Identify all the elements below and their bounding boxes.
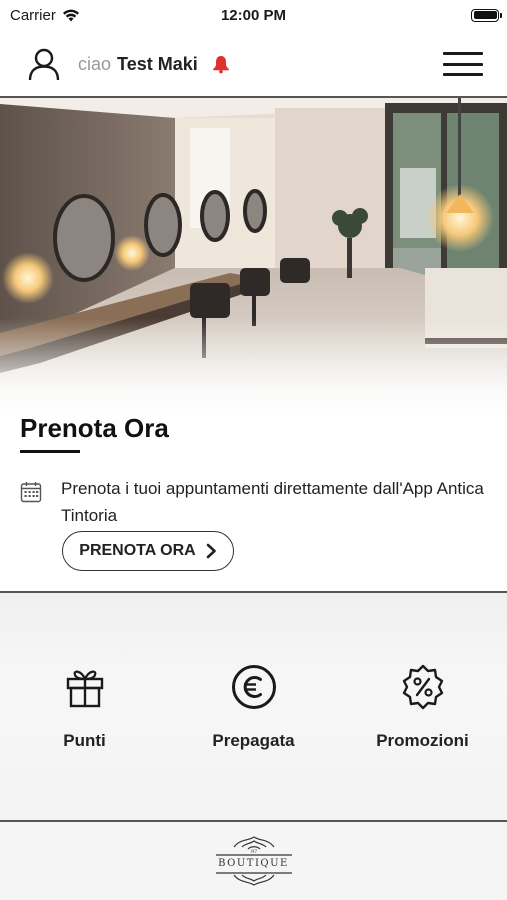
action-promotions-label: Promozioni — [376, 731, 469, 750]
discount-badge-icon — [399, 663, 447, 711]
logo-text: BOUTIQUE — [218, 858, 289, 869]
calendar-icon — [20, 482, 42, 503]
booking-title: Prenota Ora — [20, 413, 169, 443]
greeting-prefix: ciao — [78, 53, 112, 74]
booking-description: Prenota i tuoi appuntamenti direttamente… — [61, 479, 484, 525]
title-underline — [20, 450, 80, 453]
logo-number: 97 — [250, 849, 256, 855]
book-now-label: PRENOTA ORA — [79, 542, 196, 559]
action-promotions[interactable]: Promozioni — [338, 593, 507, 821]
battery-icon — [471, 8, 502, 22]
status-left: Carrier — [10, 7, 80, 24]
bell-icon[interactable] — [210, 53, 232, 75]
user-name: Test Maki — [117, 53, 198, 74]
greeting: ciao Test Maki — [78, 54, 198, 75]
quick-actions: Punti Prepagata Promozioni — [0, 593, 507, 821]
booking-section: Prenota Ora Prenota i tuoi appuntamenti … — [0, 405, 507, 593]
action-points[interactable]: Punti — [0, 593, 169, 821]
app-header: ciao Test Maki — [0, 34, 507, 94]
action-prepaid[interactable]: Prepagata — [169, 593, 338, 821]
hamburger-menu-icon[interactable] — [443, 49, 483, 79]
hero-fade — [0, 318, 507, 418]
boutique-logo: 97 BOUTIQUE — [204, 831, 304, 891]
action-prepaid-label: Prepagata — [212, 731, 295, 750]
carrier-label: Carrier — [10, 6, 56, 24]
footer: 97 BOUTIQUE — [0, 822, 507, 900]
wifi-icon — [62, 9, 79, 21]
euro-icon — [230, 663, 278, 711]
status-bar: Carrier 12:00 PM — [0, 0, 507, 30]
book-now-button[interactable]: PRENOTA ORA — [62, 531, 234, 571]
user-profile-icon[interactable] — [24, 44, 64, 84]
chevron-right-icon — [206, 543, 216, 559]
gift-icon — [61, 663, 109, 711]
hero-salon-image — [0, 98, 507, 418]
action-points-label: Punti — [63, 731, 106, 750]
